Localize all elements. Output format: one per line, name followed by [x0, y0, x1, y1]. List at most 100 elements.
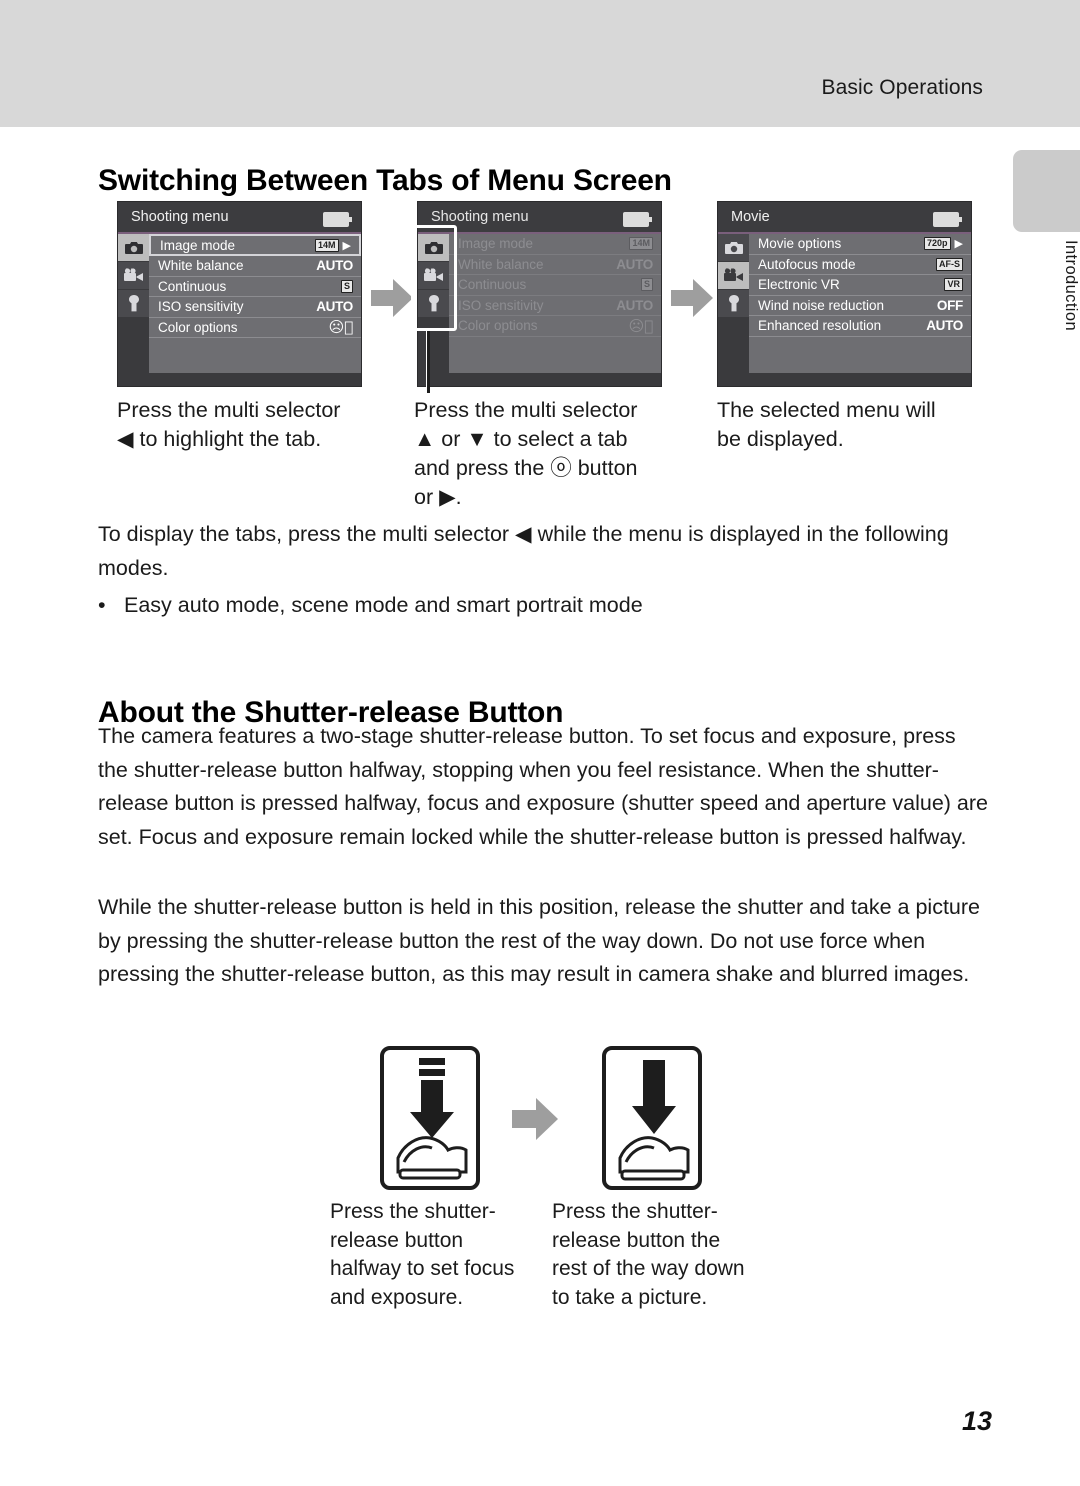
paragraph-shutter-1: The camera features a two-stage shutter-…	[98, 724, 988, 849]
row-value-badge: 720p	[924, 237, 951, 251]
battery-icon	[933, 212, 962, 227]
menu-figure-caption-3: The selected menu will be displayed.	[717, 396, 992, 454]
caption-line: and press the ⓞ button	[414, 456, 638, 480]
row-value-group: VR	[944, 278, 963, 292]
screen-bottom-bar	[118, 373, 361, 386]
caption-line: Press the multi selector	[414, 398, 638, 422]
menu-figure-caption-1: Press the multi selector ◀ to highlight t…	[117, 396, 392, 454]
tab-column-2	[418, 234, 449, 318]
caption-line: The selected menu will	[717, 398, 936, 422]
shutter-figure-caption-1: Press the shutter-release button halfway …	[330, 1198, 550, 1312]
row-label: Image mode	[458, 236, 534, 252]
section-thumb-tab	[1013, 150, 1080, 232]
tab-wrench[interactable]	[418, 290, 449, 318]
tab-camera[interactable]	[118, 234, 149, 262]
menu-row[interactable]: Continuous S	[149, 277, 361, 297]
caption-line: and exposure.	[330, 1285, 464, 1309]
menu-row[interactable]: Wind noise reduction OFF	[749, 296, 971, 316]
battery-icon	[623, 212, 652, 227]
menu-row[interactable]: White balance AUTO	[149, 256, 361, 277]
wrench-icon	[128, 295, 139, 312]
row-value: AUTO	[616, 297, 653, 313]
menu-row[interactable]: Color options ☹⃠	[449, 316, 661, 337]
row-label: Image mode	[160, 237, 236, 253]
color-options-off-icon: ☹⃠	[328, 318, 354, 337]
menu-row[interactable]: ISO sensitivity AUTO	[149, 297, 361, 318]
row-label: Wind noise reduction	[758, 297, 885, 313]
color-options-off-icon: ☹⃠	[628, 316, 654, 335]
caption-line: release button	[330, 1228, 464, 1252]
row-value-group: AUTO	[616, 298, 653, 313]
camera-icon	[724, 242, 743, 254]
shutter-halfway-figure	[380, 1046, 480, 1190]
row-label: Movie options	[758, 236, 842, 252]
row-value: AUTO	[316, 258, 353, 274]
row-value-badge: 14M	[315, 238, 339, 252]
menu-row[interactable]: ISO sensitivity AUTO	[449, 296, 661, 316]
tab-wrench[interactable]	[118, 290, 149, 318]
bullet-text: Easy auto mode, scene mode and smart por…	[124, 593, 643, 617]
row-value-group: AUTO	[316, 299, 353, 314]
row-value-group: AF-S	[936, 257, 963, 271]
page-number: 13	[961, 1406, 992, 1436]
running-head: Basic Operations	[821, 76, 983, 99]
caption-line: halfway to set focus	[330, 1257, 515, 1280]
caption-line: Press the shutter-	[330, 1200, 496, 1223]
camera-screen-2: Shooting menu Image mode 14M White balance…	[417, 201, 662, 387]
row-value-group: AUTO	[926, 318, 963, 333]
menu-row[interactable]: Image mode 14M	[449, 234, 661, 255]
shutter-figure-caption-2: Press the shutter-release button the rest…	[552, 1198, 782, 1312]
row-label: Electronic VR	[758, 277, 840, 293]
row-value: AUTO	[926, 318, 963, 334]
camera-screen-3: Movie Movie options 720p ▶ Autofocus mode AF…	[717, 201, 972, 387]
row-label: Continuous	[458, 277, 527, 293]
row-label: Color options	[458, 318, 538, 334]
tab-wrench[interactable]	[718, 290, 749, 318]
row-value-group: ☹⃠	[328, 318, 354, 337]
menu-row[interactable]: Color options ☹⃠	[149, 318, 361, 338]
row-label: Enhanced resolution	[758, 318, 882, 334]
caption-line: be displayed.	[717, 427, 844, 451]
row-value: AUTO	[316, 299, 353, 315]
menu-row[interactable]: White balance AUTO	[449, 255, 661, 275]
row-value-group: 14M	[629, 237, 653, 251]
row-label: White balance	[458, 256, 544, 272]
chevron-right-icon: ▶	[954, 238, 963, 251]
callout-leader-line	[427, 331, 430, 393]
menu-row[interactable]: Image mode 14M ▶	[149, 234, 361, 256]
tab-camera[interactable]	[418, 234, 449, 262]
menu-row[interactable]: Electronic VR VR	[749, 275, 971, 296]
row-value-group: ☹⃠	[628, 316, 654, 335]
page-header-band	[0, 0, 1080, 127]
row-value-group: OFF	[937, 298, 963, 313]
camera-icon	[124, 242, 143, 254]
tab-movie-camera[interactable]	[418, 262, 449, 290]
paragraph-display-tabs: To display the tabs, press the multi sel…	[98, 522, 949, 580]
flow-arrow-1	[371, 279, 413, 317]
heading-switching-tabs: Switching Between Tabs of Menu Screen	[98, 164, 672, 198]
shutter-fulldown-icon	[618, 1060, 690, 1181]
menu-rows-3: Movie options 720p ▶ Autofocus mode AF-S Elec…	[749, 234, 971, 386]
menu-row[interactable]: Movie options 720p ▶	[749, 234, 971, 255]
wrench-icon	[728, 295, 739, 312]
row-value: AUTO	[616, 256, 653, 272]
menu-row[interactable]: Enhanced resolution AUTO	[749, 316, 971, 337]
movie-camera-icon	[724, 268, 743, 281]
row-label: ISO sensitivity	[158, 299, 244, 315]
tab-camera[interactable]	[718, 234, 749, 262]
tab-movie-camera[interactable]	[718, 262, 749, 290]
menu-row[interactable]: Autofocus mode AF-S	[749, 255, 971, 275]
bullet-dot: •	[98, 593, 106, 617]
row-value-badge: 14M	[629, 237, 653, 251]
bullet-modes: • Easy auto mode, scene mode and smart po…	[98, 589, 988, 623]
camera-screen-1: Shooting menu Image mode 14M ▶ White balanc…	[117, 201, 362, 387]
row-value-badge: AF-S	[936, 257, 963, 271]
wrench-icon	[428, 295, 439, 312]
caption-line: ▲ or ▼ to select a tab	[414, 427, 628, 451]
caption-line: rest of the way down	[552, 1257, 745, 1280]
menu-row[interactable]: Continuous S	[449, 275, 661, 296]
tab-column-3	[718, 234, 749, 318]
row-value-badge: S	[340, 279, 353, 293]
row-label: White balance	[158, 258, 244, 274]
tab-movie-camera[interactable]	[118, 262, 149, 290]
